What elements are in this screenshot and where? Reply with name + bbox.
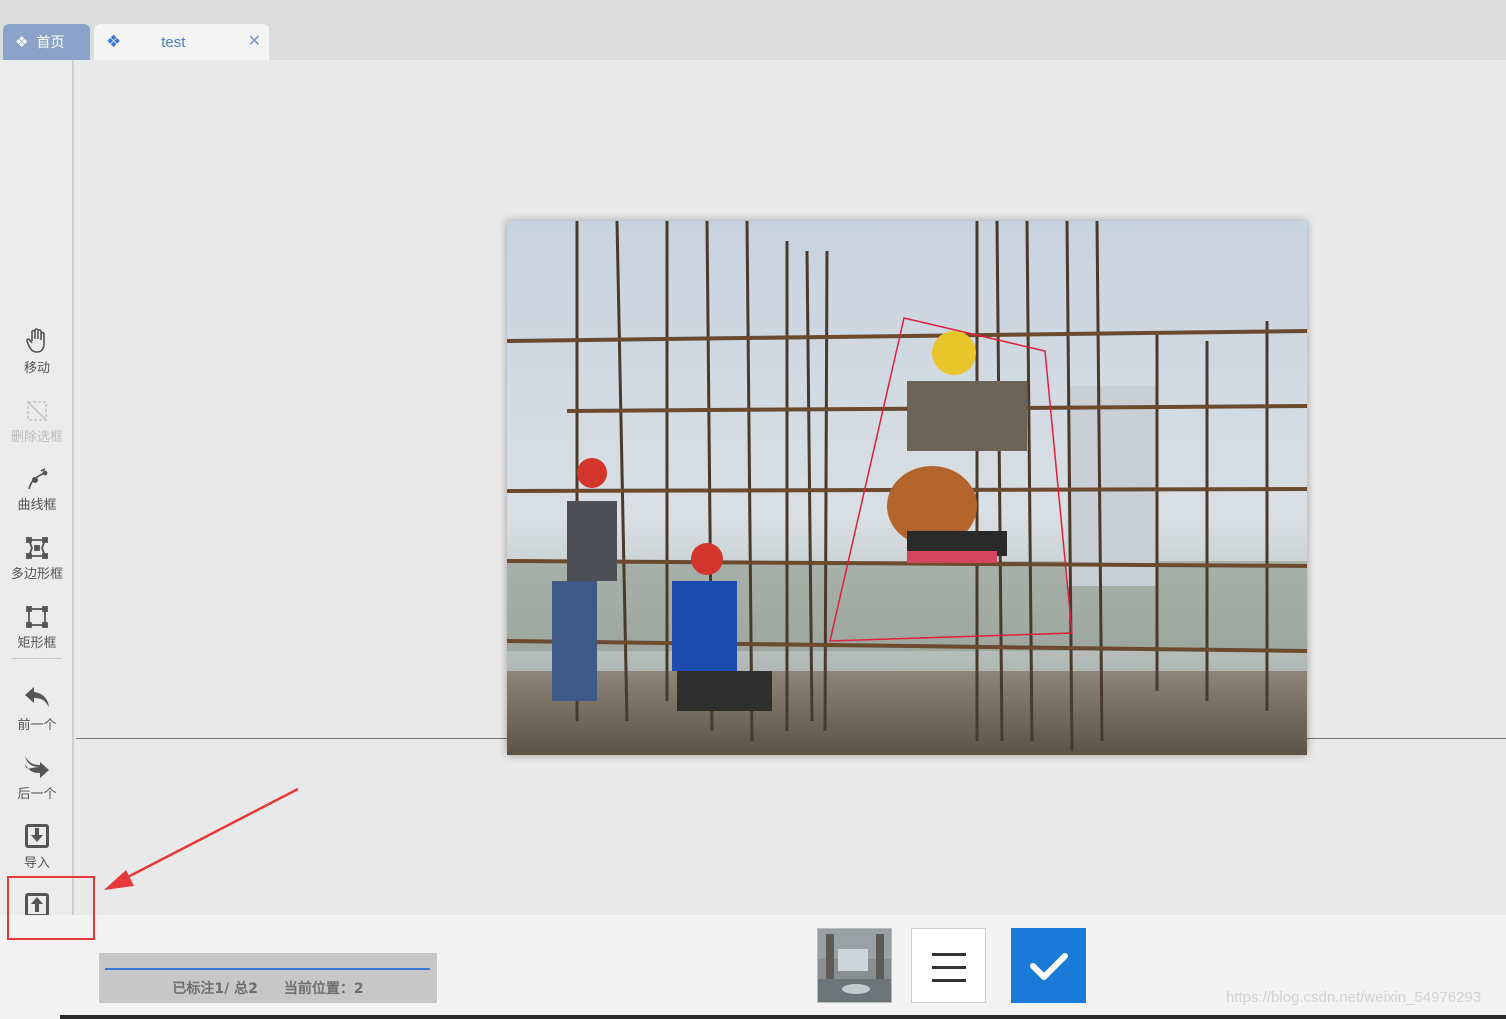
import-icon <box>24 817 50 849</box>
rectangle-icon <box>25 597 49 629</box>
annotation-image[interactable] <box>507 221 1307 755</box>
tab-bar: ❖ 首页 ❖ test ✕ <box>0 0 1506 60</box>
grid-diamond-icon: ❖ <box>106 32 122 52</box>
polygon-icon <box>25 528 49 560</box>
tool-move-label: 移动 <box>23 361 50 376</box>
tool-delete-box[interactable]: 删除选框 <box>0 391 74 453</box>
app-root: ❖ 首页 ❖ test ✕ 移动 删除选框 曲线框 多边形框 矩形框 前一个 后… <box>0 0 1506 1019</box>
tool-move[interactable]: 移动 <box>0 322 74 384</box>
tool-next-label: 后一个 <box>17 787 57 802</box>
grid-diamond-icon: ❖ <box>15 33 29 51</box>
tool-import-label: 导入 <box>23 856 50 871</box>
tool-rectangle-label: 矩形框 <box>17 636 57 651</box>
tool-curve[interactable]: 曲线框 <box>0 459 74 521</box>
list-menu-button[interactable] <box>911 928 986 1003</box>
undo-arrow-icon <box>23 679 51 711</box>
tool-polygon-label: 多边形框 <box>10 567 63 582</box>
delete-box-icon <box>25 391 49 423</box>
watermark: https://blog.csdn.net/weixin_54976293 <box>1226 989 1482 1006</box>
sidebar-divider <box>12 658 62 659</box>
progress-status: 已标注1/ 总2 当前位置：2 <box>99 953 437 1003</box>
redo-arrow-icon <box>23 748 51 780</box>
tool-delete-box-label: 删除选框 <box>10 430 63 445</box>
close-icon[interactable]: ✕ <box>248 32 261 50</box>
bottom-edge <box>0 1015 1506 1019</box>
tool-previous[interactable]: 前一个 <box>0 679 74 741</box>
labeled-count: 已标注1/ 总2 <box>172 981 258 997</box>
construction-photo <box>507 221 1307 755</box>
progress-line <box>105 968 430 970</box>
tab-home[interactable]: ❖ 首页 <box>3 24 90 60</box>
tool-rectangle[interactable]: 矩形框 <box>0 597 74 659</box>
confirm-button[interactable] <box>1011 928 1086 1003</box>
tool-next[interactable]: 后一个 <box>0 748 74 810</box>
tab-home-label: 首页 <box>36 35 65 51</box>
thumbnail-image <box>818 929 891 1002</box>
bottom-edge-left <box>0 1015 60 1019</box>
check-icon <box>1030 953 1068 980</box>
status-text: 已标注1/ 总2 当前位置：2 <box>99 978 437 998</box>
tool-import[interactable]: 导入 <box>0 817 74 879</box>
curve-icon <box>25 459 49 491</box>
tab-test[interactable]: ❖ test ✕ <box>94 24 269 60</box>
current-position: 当前位置：2 <box>283 981 364 997</box>
image-thumbnail[interactable] <box>817 928 892 1003</box>
tool-curve-label: 曲线框 <box>17 498 57 513</box>
tool-previous-label: 前一个 <box>17 718 57 733</box>
export-highlight-box <box>7 876 95 940</box>
hand-icon <box>25 322 49 354</box>
tab-test-label: test <box>161 33 186 51</box>
tool-polygon[interactable]: 多边形框 <box>0 528 74 590</box>
